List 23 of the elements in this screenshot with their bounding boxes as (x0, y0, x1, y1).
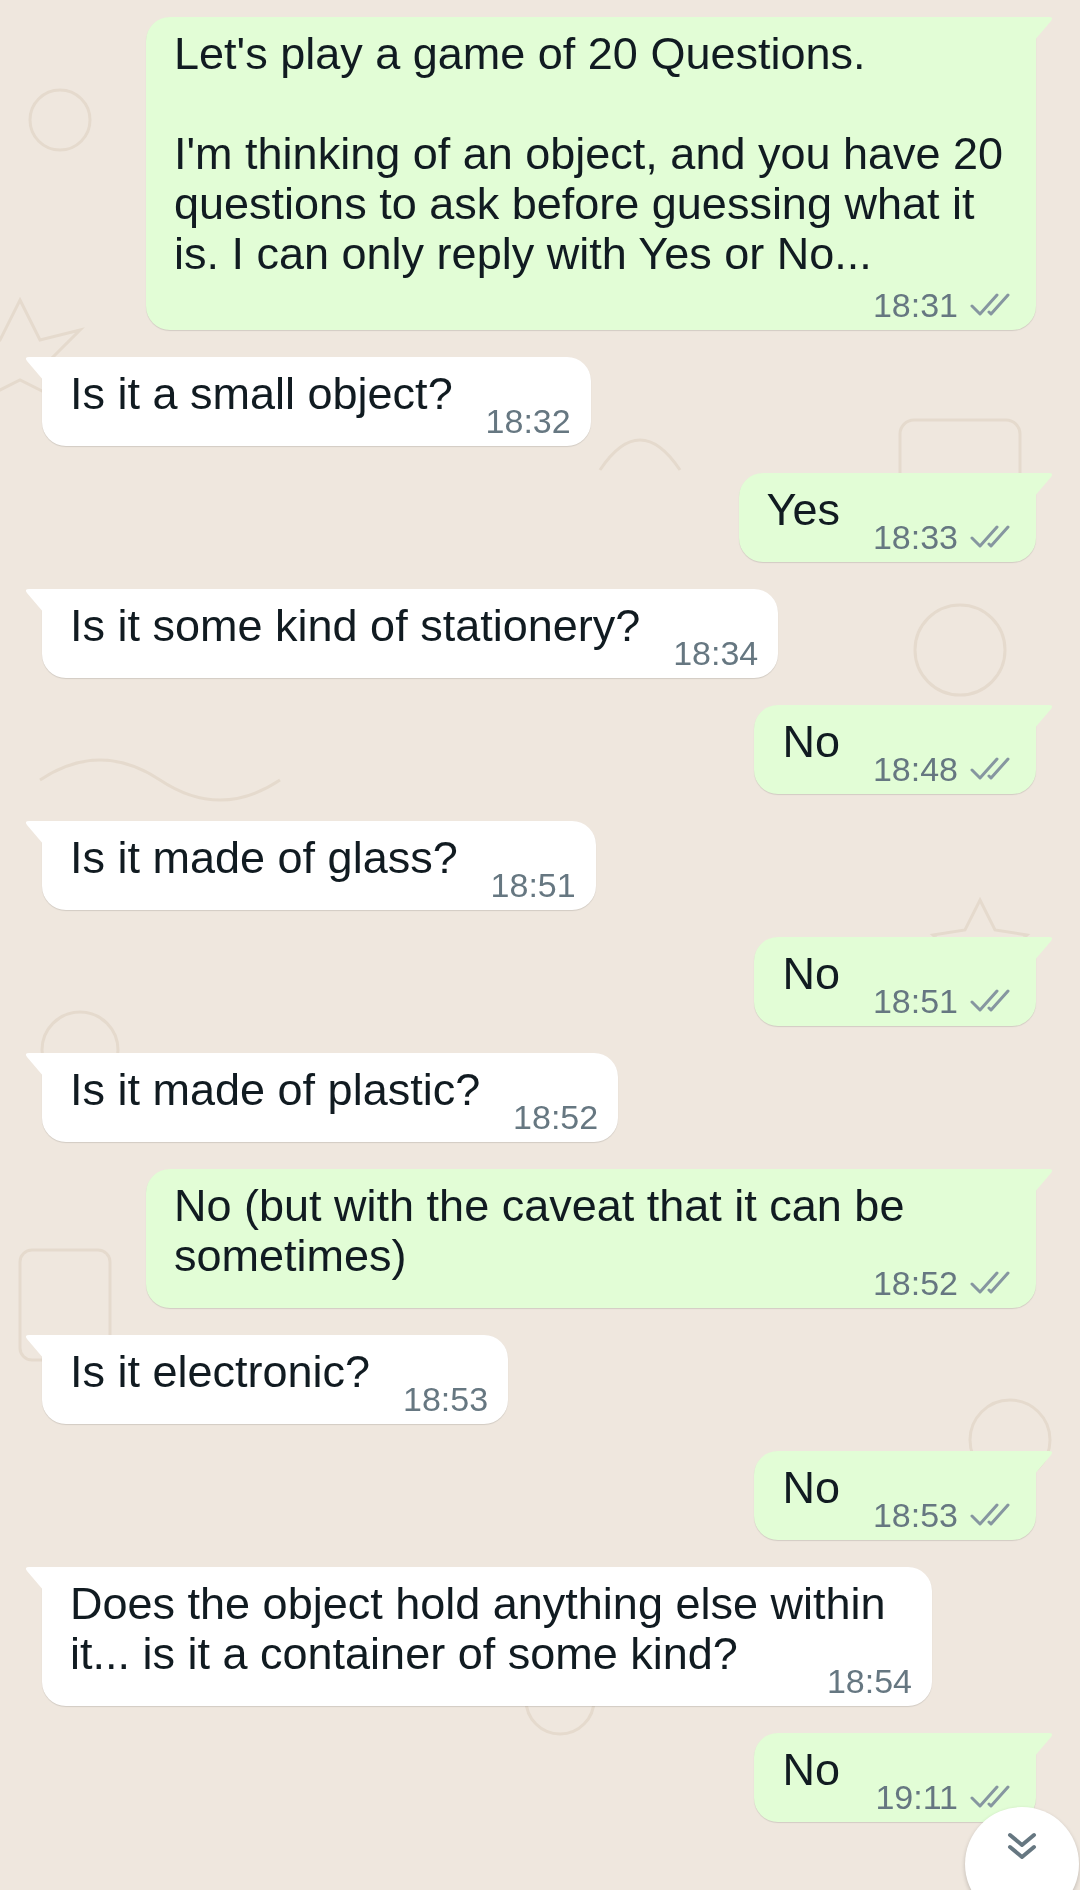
timestamp: 18:32 (485, 404, 571, 438)
message-text: No (782, 716, 840, 767)
timestamp: 18:53 (872, 1498, 958, 1532)
timestamp: 18:52 (513, 1100, 599, 1134)
message-text: Let's play a game of 20 Questions. I'm thinking of an object, and you have 20 questions to ask before guessing what it is. I can only reply with Yes or No... (174, 28, 1004, 279)
timestamp: 18:31 (872, 288, 958, 322)
message-text: Yes (766, 484, 840, 535)
message-text: No (782, 1462, 840, 1513)
message-text: Is it made of glass? (70, 832, 458, 883)
message-text: Is it a small object? (70, 368, 453, 419)
timestamp: 18:51 (490, 868, 576, 902)
timestamp: 18:34 (673, 636, 759, 670)
timestamp: 19:11 (875, 1780, 958, 1814)
message-text: Is it some kind of stationery? (70, 600, 641, 651)
scroll-down-button[interactable] (965, 1807, 1079, 1890)
timestamp: 18:33 (872, 520, 958, 554)
timestamp: 18:53 (403, 1382, 489, 1416)
message-text: No (782, 1744, 840, 1795)
message-text: Is it electronic? (70, 1346, 371, 1397)
message-text: No (782, 948, 840, 999)
message-text: Is it made of plastic? (70, 1064, 481, 1115)
timestamp: 18:48 (872, 752, 958, 786)
timestamp: 18:51 (872, 984, 958, 1018)
